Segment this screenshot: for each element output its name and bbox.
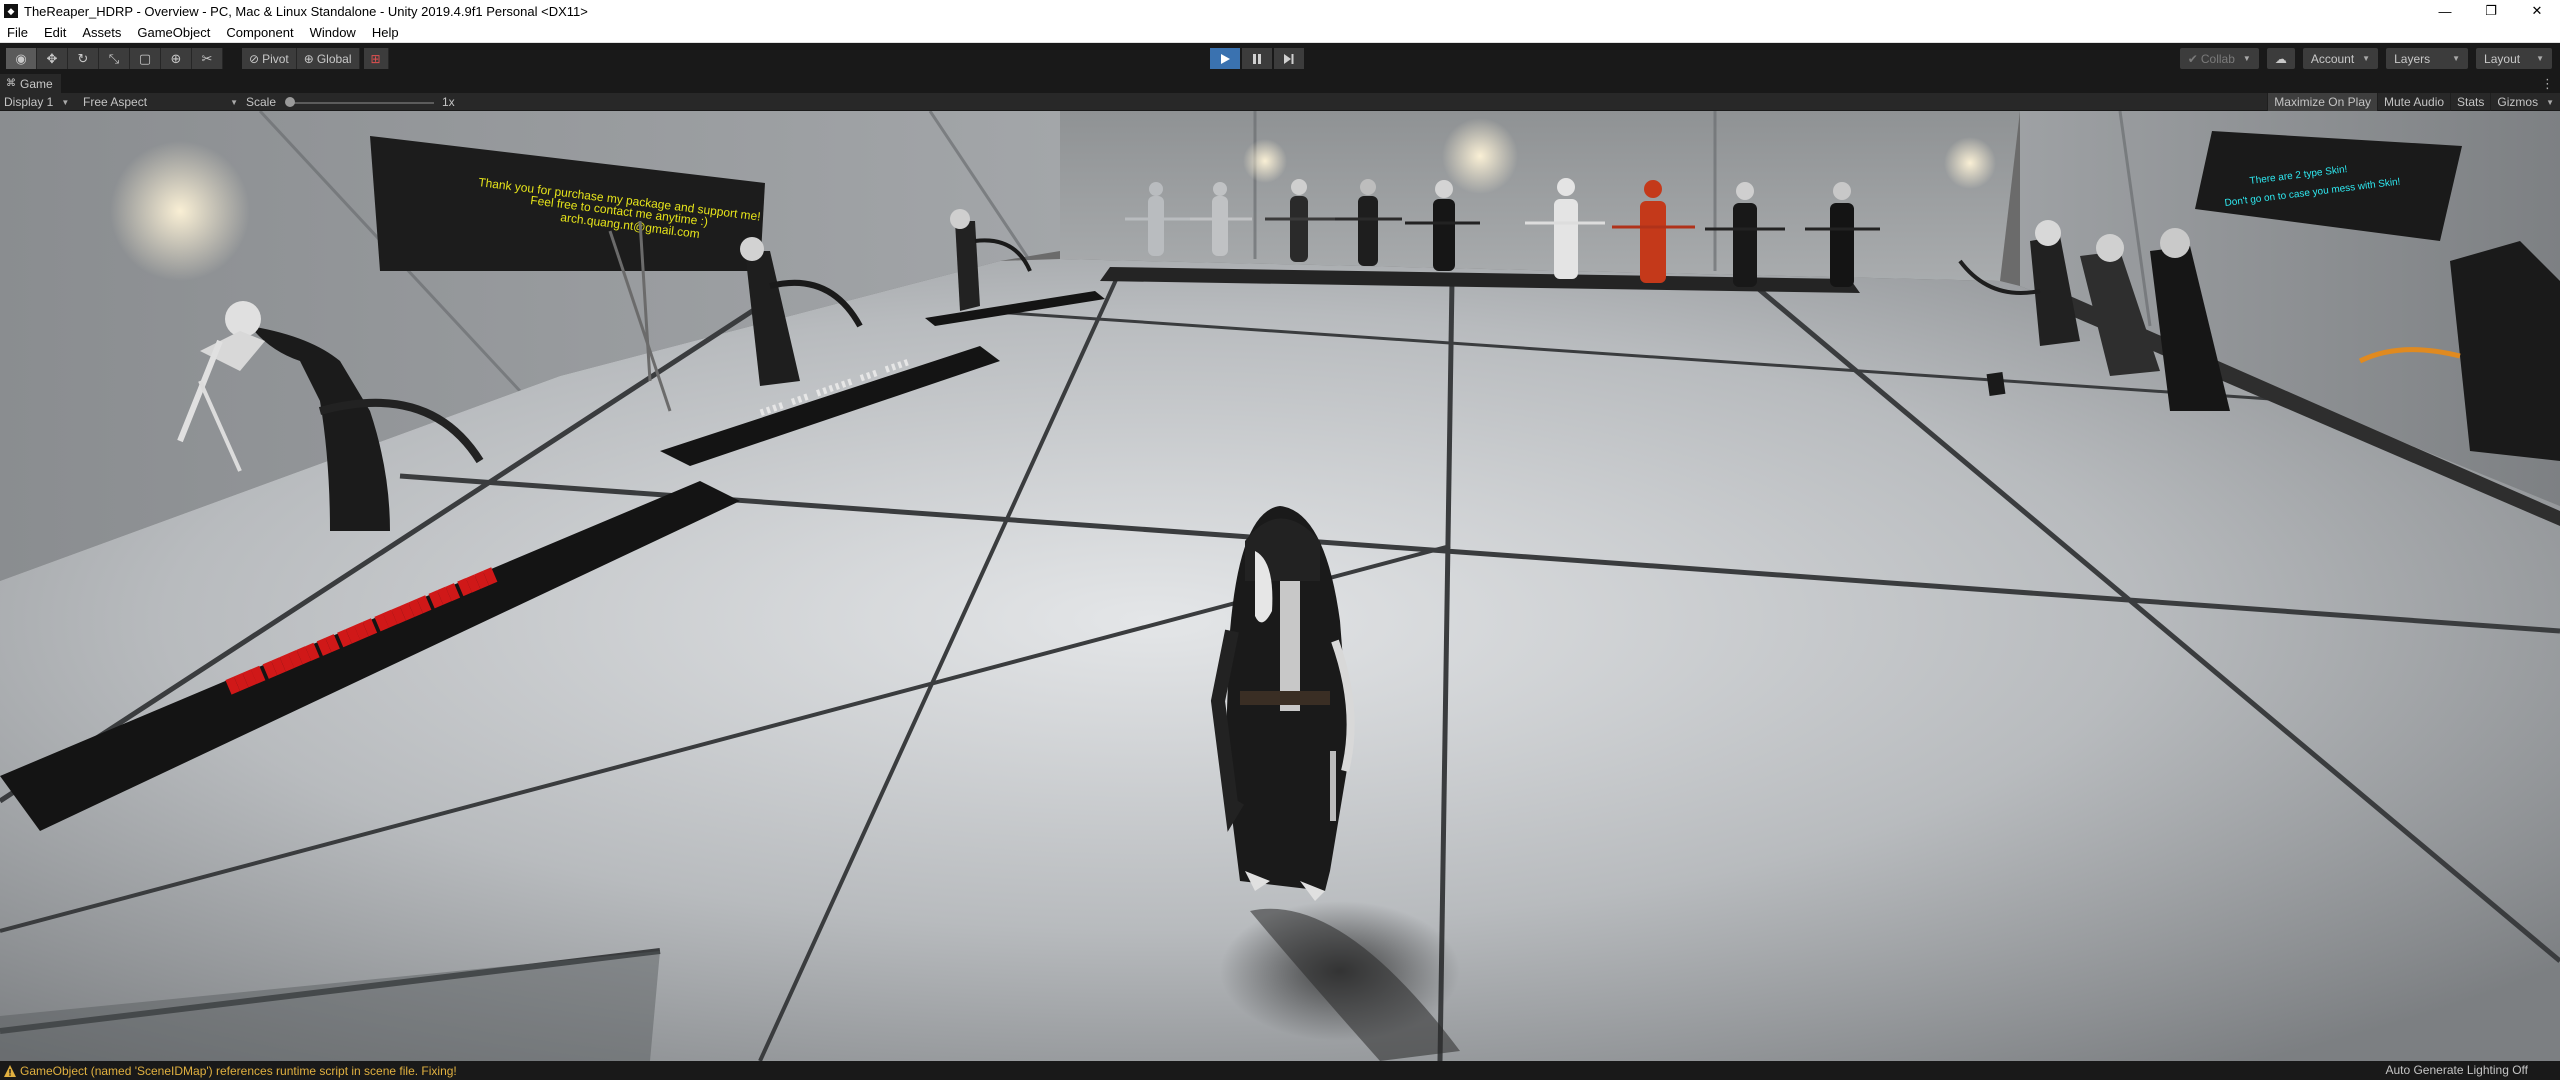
global-label: Global: [316, 51, 352, 66]
chevron-down-icon: ▼: [2242, 54, 2251, 63]
gizmos-toggle[interactable]: Gizmos ▼: [2490, 93, 2560, 111]
menu-assets[interactable]: Assets: [74, 22, 129, 43]
minimize-button[interactable]: —: [2422, 0, 2468, 22]
game-view-controls: Display 1 ▼ Free Aspect ▼ Scale 1x Maxim…: [0, 93, 2560, 111]
chevron-down-icon: ▼: [2536, 54, 2544, 63]
cloud-icon: ☁: [2274, 51, 2287, 66]
move-tool-icon[interactable]: ✥: [37, 48, 68, 69]
menu-file[interactable]: File: [0, 22, 36, 43]
grid-snap-icon: ⊞: [370, 51, 381, 66]
pivot-icon: ⊘: [249, 51, 260, 66]
console-status-message[interactable]: GameObject (named 'SceneIDMap') referenc…: [20, 1064, 457, 1078]
back-wall: [1060, 111, 2020, 281]
aspect-label: Free Aspect: [83, 95, 148, 109]
account-label: Account: [2310, 51, 2355, 66]
collab-dropdown[interactable]: ✔ Collab ▼: [2179, 48, 2259, 69]
layers-dropdown[interactable]: Layers ▼: [2386, 48, 2469, 69]
chevron-down-icon: ▼: [61, 97, 70, 107]
cloud-button[interactable]: ☁: [2266, 48, 2295, 69]
collab-check-icon: ✔: [2187, 51, 2198, 66]
menu-bar: File Edit Assets GameObject Component Wi…: [0, 22, 2560, 43]
pivot-toggle[interactable]: ⊘ Pivot: [242, 48, 297, 69]
warning-icon: [4, 1064, 16, 1077]
play-icon: [1221, 53, 1230, 64]
display-dropdown[interactable]: Display 1 ▼: [4, 93, 69, 111]
hand-tool-icon[interactable]: ◉: [6, 48, 37, 69]
game-view-toggles: Maximize On Play Mute Audio Stats Gizmos…: [2267, 93, 2560, 111]
pivot-label: Pivot: [262, 51, 289, 66]
window-title: TheReaper_HDRP - Overview - PC, Mac & Li…: [24, 3, 588, 19]
unity-logo-icon: ◆: [4, 4, 18, 18]
tab-game[interactable]: ⌘ Game: [0, 74, 61, 93]
aspect-dropdown[interactable]: Free Aspect ▼: [83, 93, 238, 111]
gizmos-label: Gizmos: [2497, 95, 2539, 109]
rect-tool-icon[interactable]: ▢: [130, 48, 161, 69]
wall-light-glow: [1944, 137, 1996, 189]
menu-edit[interactable]: Edit: [36, 22, 74, 43]
play-button[interactable]: [1210, 48, 1240, 69]
play-controls: [1210, 48, 1304, 69]
tab-game-label: Game: [20, 76, 53, 91]
layout-label: Layout: [2484, 51, 2521, 66]
menu-window[interactable]: Window: [302, 22, 364, 43]
lighting-status[interactable]: Auto Generate Lighting Off: [2385, 1061, 2528, 1080]
chevron-down-icon: ▼: [2546, 97, 2554, 107]
display-label: Display 1: [4, 95, 54, 109]
game-scene: ████ ██████ ██ ████ ██████ ███ ████ ▮▮▮▮…: [0, 111, 2560, 1061]
menu-gameobject[interactable]: GameObject: [129, 22, 218, 43]
status-bar: GameObject (named 'SceneIDMap') referenc…: [0, 1061, 2560, 1080]
scale-slider-track[interactable]: [290, 102, 434, 104]
stats-toggle[interactable]: Stats: [2450, 93, 2490, 111]
scale-label: Scale: [246, 95, 277, 109]
scale-tool-icon[interactable]: ⤡: [99, 48, 130, 69]
scale-slider-handle[interactable]: [285, 97, 295, 107]
wall-light-glow: [110, 141, 250, 281]
chevron-down-icon: ▼: [230, 97, 238, 107]
maximize-on-play-toggle[interactable]: Maximize On Play: [2267, 93, 2377, 111]
transform-tools: ◉ ✥ ↻ ⤡ ▢ ⊕ ✂: [6, 48, 223, 69]
chevron-down-icon: ▼: [2452, 54, 2461, 63]
scale-value: 1x: [442, 95, 455, 109]
rotate-tool-icon[interactable]: ↻: [68, 48, 99, 69]
game-controller-icon: ⌘: [6, 78, 16, 89]
more-options-icon[interactable]: ⋮: [2541, 74, 2554, 93]
collab-label: Collab: [2200, 51, 2235, 66]
menu-help[interactable]: Help: [364, 22, 407, 43]
window-controls: — ❐ ✕: [2422, 0, 2560, 22]
window-title-bar: ◆ TheReaper_HDRP - Overview - PC, Mac & …: [0, 0, 2560, 22]
game-viewport[interactable]: ████ ██████ ██ ████ ██████ ███ ████ ▮▮▮▮…: [0, 111, 2560, 1061]
wall-light-glow: [1442, 118, 1518, 194]
wall-light-glow: [1243, 139, 1287, 183]
chevron-down-icon: ▼: [2362, 54, 2371, 63]
step-icon: [1284, 53, 1294, 64]
tab-bar: ⌘ Game ⋮: [0, 74, 2560, 93]
maximize-button[interactable]: ❐: [2468, 0, 2514, 22]
globe-icon: ⊕: [303, 51, 314, 66]
main-toolbar: ◉ ✥ ↻ ⤡ ▢ ⊕ ✂ ⊘ Pivot ⊕ Global ⊞ ✔ Colla…: [0, 43, 2560, 74]
step-button[interactable]: [1274, 48, 1304, 69]
pause-icon: [1253, 53, 1261, 64]
menu-component[interactable]: Component: [218, 22, 301, 43]
account-dropdown[interactable]: Account ▼: [2302, 48, 2379, 69]
layout-dropdown[interactable]: Layout ▼: [2476, 48, 2552, 69]
grid-snap-button[interactable]: ⊞: [363, 48, 389, 69]
pause-button[interactable]: [1242, 48, 1272, 69]
layers-label: Layers: [2394, 51, 2431, 66]
global-toggle[interactable]: ⊕ Global: [296, 48, 360, 69]
custom-tool-icon[interactable]: ✂: [192, 48, 223, 69]
account-tools: ✔ Collab ▼ ☁ Account ▼ Layers ▼ Layout ▼: [2179, 48, 2552, 69]
transform-tool-icon[interactable]: ⊕: [161, 48, 192, 69]
mute-audio-toggle[interactable]: Mute Audio: [2377, 93, 2450, 111]
close-button[interactable]: ✕: [2514, 0, 2560, 22]
handle-toggles: ⊘ Pivot ⊕ Global ⊞: [242, 48, 389, 69]
